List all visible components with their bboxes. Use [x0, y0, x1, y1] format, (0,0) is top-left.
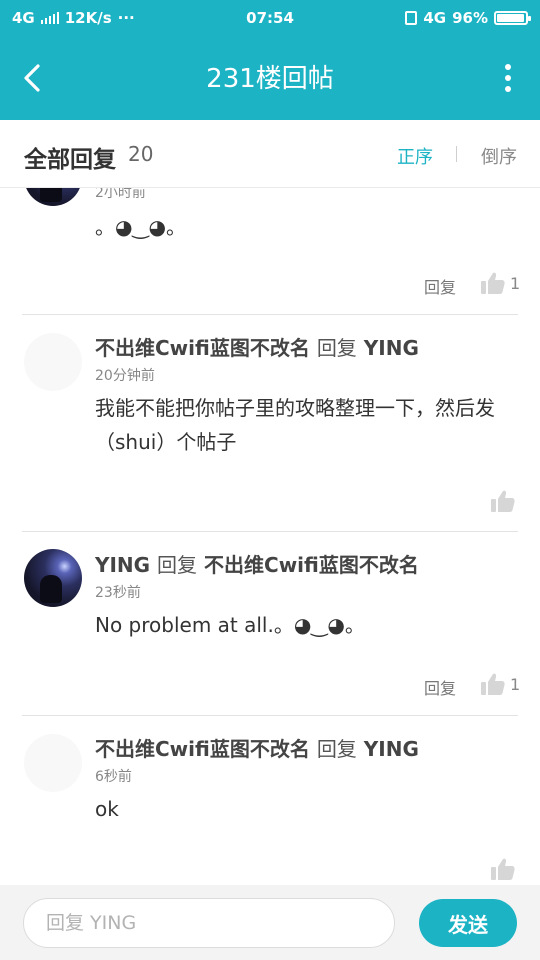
avatar[interactable]	[24, 549, 82, 607]
like-button[interactable]	[491, 490, 515, 512]
author-name[interactable]: YING	[95, 553, 150, 577]
battery-percent: 96%	[452, 9, 488, 27]
reply-target-name[interactable]: YING	[364, 336, 419, 360]
like-count: 1	[510, 674, 521, 694]
reply-author-line: 不出维Cwifi蓝图不改名 回复 YING	[95, 733, 419, 762]
vibrate-icon	[405, 11, 418, 25]
battery-level-fill	[496, 14, 524, 22]
reply-author-line: 不出维Cwifi蓝图不改名 回复 YING	[95, 332, 419, 361]
replies-header: 全部回复 20 正序 倒序	[0, 120, 540, 188]
more-vertical-icon-dot	[505, 75, 511, 81]
status-bar: 4G 12K/s ··· 07:54 4G 96%	[0, 0, 540, 36]
reply-content: ok	[95, 797, 119, 821]
reply-item: 不出维Cwifi蓝图不改名 回复 YING 6秒前 ok	[0, 716, 540, 885]
avatar[interactable]	[24, 734, 82, 792]
reply-item: 不出维Cwifi蓝图不改名 回复 YING 20分钟前 我能不能把你帖子里的攻略…	[0, 315, 540, 532]
more-menu-button[interactable]	[502, 64, 514, 92]
reply-content: No problem at all.。◕‿◕。	[95, 613, 365, 637]
reply-composer: 发送	[0, 885, 540, 960]
status-right: 4G 96%	[405, 9, 531, 27]
avatar[interactable]	[24, 333, 82, 391]
more-vertical-icon-dot	[505, 86, 511, 92]
like-button[interactable]	[491, 858, 515, 880]
reply-target-name[interactable]: 不出维Cwifi蓝图不改名	[204, 553, 419, 577]
like-count: 1	[510, 273, 521, 293]
like-button[interactable]: 1	[481, 272, 520, 294]
reply-timestamp: 6秒前	[95, 769, 132, 785]
status-left: 4G 12K/s ···	[12, 9, 135, 27]
reply-button[interactable]: 回复	[424, 274, 456, 298]
battery-icon	[493, 11, 531, 25]
all-replies-label: 全部回复	[24, 147, 116, 173]
reply-content: 。◕‿◕。	[95, 215, 186, 239]
thumbs-up-icon	[481, 272, 505, 294]
reply-target-name[interactable]: YING	[364, 737, 419, 761]
reply-count: 20	[128, 142, 154, 166]
reply-item: 2小时前 。◕‿◕。 回复 1	[0, 188, 540, 315]
app-bar: 231楼回帖	[0, 36, 540, 120]
author-name[interactable]: 不出维Cwifi蓝图不改名	[95, 737, 310, 761]
author-name[interactable]: 不出维Cwifi蓝图不改名	[95, 336, 310, 360]
like-button[interactable]: 1	[481, 673, 520, 695]
sort-descending-tab[interactable]: 倒序	[481, 143, 517, 169]
reply-timestamp: 23秒前	[95, 585, 141, 601]
reply-item: YING 回复 不出维Cwifi蓝图不改名 23秒前 No problem at…	[0, 532, 540, 716]
reply-content: 我能不能把你帖子里的攻略整理一下，然后发（shui）个帖子	[95, 396, 495, 454]
reply-timestamp: 20分钟前	[95, 368, 155, 384]
clock: 07:54	[246, 9, 294, 27]
reply-button[interactable]: 回复	[424, 675, 456, 699]
network-speed: 12K/s	[64, 9, 112, 27]
thumbs-up-icon	[491, 858, 515, 880]
network-type-right: 4G	[423, 9, 447, 27]
reply-feed[interactable]: 2小时前 。◕‿◕。 回复 1 不出维Cwifi蓝图不改名 回复 YING 20…	[0, 188, 540, 885]
reply-to-word: 回复	[316, 336, 357, 360]
more-vertical-icon-dot	[505, 64, 511, 70]
thumbs-up-icon	[481, 673, 505, 695]
sort-ascending-tab[interactable]: 正序	[397, 143, 433, 169]
reply-to-word: 回复	[316, 737, 357, 761]
page-title: 231楼回帖	[206, 64, 334, 94]
avatar[interactable]	[24, 188, 82, 206]
sort-divider	[456, 146, 457, 162]
reply-timestamp: 2小时前	[95, 188, 146, 201]
reply-author-line: YING 回复 不出维Cwifi蓝图不改名	[95, 549, 419, 578]
send-button[interactable]: 发送	[419, 899, 517, 947]
more-notifications-icon: ···	[117, 9, 135, 27]
thumbs-up-icon	[491, 490, 515, 512]
signal-icon	[40, 12, 59, 24]
reply-input[interactable]	[23, 898, 395, 948]
reply-to-word: 回复	[157, 553, 198, 577]
network-type-label: 4G	[12, 9, 35, 27]
